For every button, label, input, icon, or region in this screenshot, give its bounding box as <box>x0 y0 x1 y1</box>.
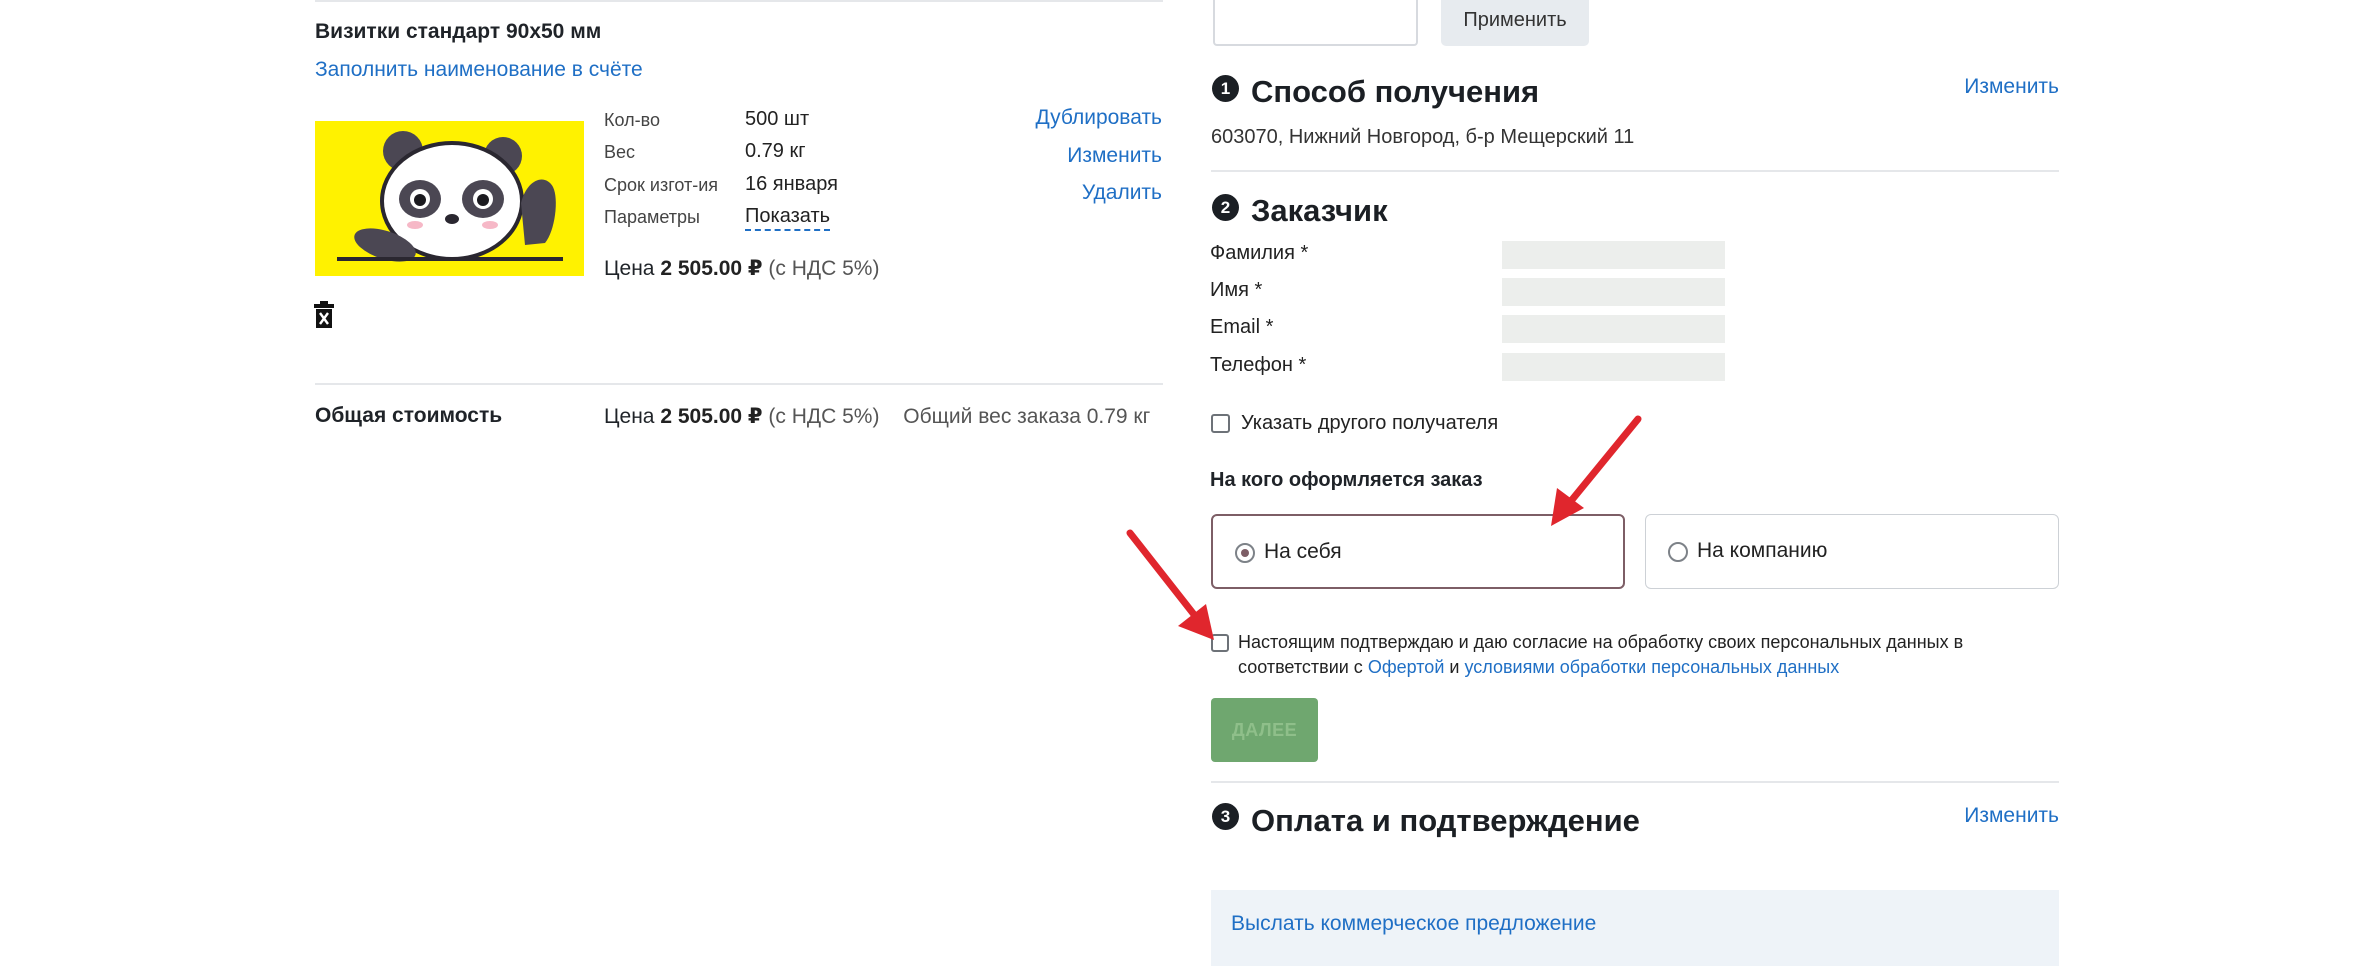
step-3-number: 3 <box>1212 803 1239 830</box>
delete-item-link[interactable]: Удалить <box>1082 181 1162 205</box>
prop-label-deadline: Срок изгот-ия <box>604 175 719 195</box>
product-title: Визитки стандарт 90х50 мм <box>315 20 602 43</box>
total-price: Цена 2 505.00 ₽ (с НДС 5%) Общий вес зак… <box>604 404 1150 429</box>
prop-value-deadline: 16 января <box>745 173 838 195</box>
offer-request-link[interactable]: Выслать коммерческое предложение <box>1231 912 1596 936</box>
terms-link[interactable]: условиями обработки персональных данных <box>1464 657 1839 677</box>
total-weight: Общий вес заказа 0.79 кг <box>903 405 1151 428</box>
prop-label-weight: Вес <box>604 142 636 162</box>
consent-and: и <box>1449 657 1460 677</box>
step-1-number: 1 <box>1212 75 1239 102</box>
vat-note: (с НДС 5%) <box>768 257 880 280</box>
step-1-divider <box>1211 170 2059 172</box>
item-price: Цена 2 505.00 ₽ (с НДС 5%) <box>604 256 879 281</box>
duplicate-link[interactable]: Дублировать <box>1035 106 1162 130</box>
lastname-label: Фамилия * <box>1210 242 1309 264</box>
prop-label-qty: Кол-во <box>604 110 660 130</box>
step-2-divider <box>1211 781 2059 783</box>
firstname-label: Имя * <box>1210 279 1263 301</box>
next-button[interactable]: ДАЛЕЕ <box>1211 698 1318 762</box>
arrow-1-shaft <box>1558 415 1642 516</box>
price-label: Цена <box>604 257 655 280</box>
promo-code-input[interactable] <box>1213 0 1418 46</box>
total-label: Общая стоимость <box>315 404 503 427</box>
consent-checkbox[interactable] <box>1211 634 1229 652</box>
delivery-address: 603070, Нижний Новгород, б-р Мещерский 1… <box>1211 126 1635 148</box>
fill-name-link[interactable]: Заполнить наименование в счёте <box>315 58 643 82</box>
step-3-title: Оплата и подтверждение <box>1251 803 1640 838</box>
step-2-title: Заказчик <box>1251 193 1388 228</box>
email-input[interactable] <box>1502 315 1725 343</box>
phone-input[interactable] <box>1502 353 1725 381</box>
offer-request-box: Выслать коммерческое предложение <box>1211 890 2059 966</box>
top-divider <box>315 0 1163 2</box>
product-thumbnail[interactable] <box>315 121 584 276</box>
option-self[interactable]: На себя <box>1211 514 1625 589</box>
option-company[interactable]: На компанию <box>1645 514 2059 589</box>
trash-icon[interactable] <box>313 300 335 330</box>
panda-image <box>315 121 584 276</box>
step-1-title: Способ получения <box>1251 74 1540 109</box>
show-params-link[interactable]: Показать <box>745 205 831 231</box>
change-payment-link[interactable]: Изменить <box>1964 804 2059 828</box>
phone-label: Телефон * <box>1210 354 1307 376</box>
who-title: На кого оформляется заказ <box>1210 469 1483 491</box>
edit-item-link[interactable]: Изменить <box>1067 144 1162 168</box>
total-divider <box>315 383 1163 385</box>
arrow-2-head <box>1178 604 1214 640</box>
firstname-input[interactable] <box>1502 278 1725 306</box>
option-company-label: На компанию <box>1697 539 1828 562</box>
email-label: Email * <box>1210 316 1274 338</box>
change-delivery-link[interactable]: Изменить <box>1964 75 2059 99</box>
offer-link[interactable]: Офертой <box>1368 657 1445 677</box>
option-self-label: На себя <box>1264 540 1342 563</box>
prop-label-params: Параметры <box>604 207 700 227</box>
arrow-2-shaft <box>1126 529 1207 630</box>
consent-text: Настоящим подтверждаю и даю согласие на … <box>1238 630 2028 680</box>
other-recipient-checkbox[interactable] <box>1211 414 1230 433</box>
price-value: 2 505.00 ₽ <box>660 257 763 280</box>
apply-promo-button[interactable]: Применить <box>1441 0 1589 46</box>
prop-value-qty: 500 шт <box>745 108 810 130</box>
prop-value-weight: 0.79 кг <box>745 140 806 162</box>
total-price-label: Цена <box>604 405 655 428</box>
radio-self[interactable] <box>1235 543 1255 563</box>
step-2-number: 2 <box>1212 194 1239 221</box>
total-price-value: 2 505.00 ₽ <box>660 405 763 428</box>
radio-company[interactable] <box>1668 542 1688 562</box>
total-vat-note: (с НДС 5%) <box>768 405 880 428</box>
lastname-input[interactable] <box>1502 241 1725 269</box>
other-recipient-label[interactable]: Указать другого получателя <box>1241 412 1498 435</box>
